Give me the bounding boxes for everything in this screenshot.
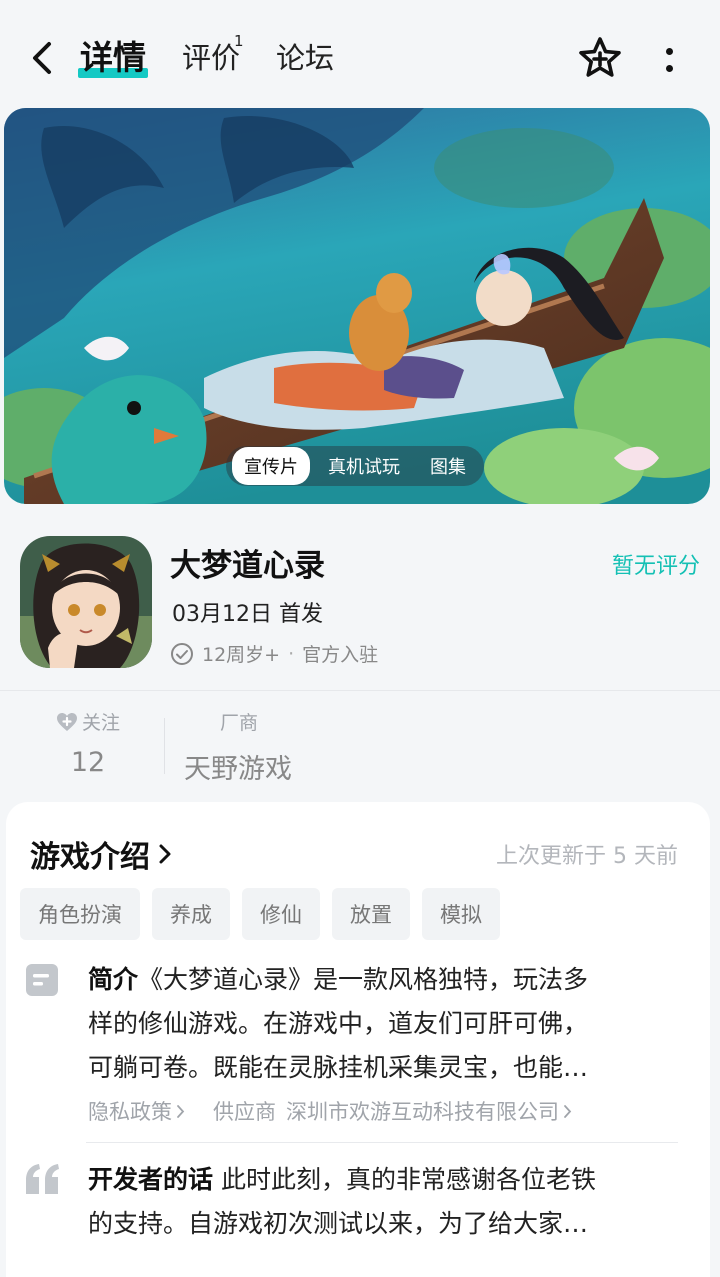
game-icon-art <box>20 536 152 668</box>
supplier-label: 供应商 <box>213 1100 276 1124</box>
tab-forum[interactable]: 论坛 <box>276 38 334 78</box>
privacy-policy-link[interactable]: 隐私政策 <box>88 1096 185 1126</box>
game-detail-page: 详情 评价 1 论坛 宣传片 真机试玩 图集 大梦道心录 03月12日 首发 1… <box>0 0 720 1277</box>
star-plus-icon <box>579 37 621 77</box>
favorite-button[interactable] <box>576 35 624 83</box>
back-button[interactable] <box>22 36 62 80</box>
check-circle-icon <box>171 642 193 665</box>
reviews-count-badge: 1 <box>234 32 244 50</box>
tab-reviews[interactable]: 评价 <box>182 38 240 78</box>
developer-label: 厂商 <box>220 712 259 734</box>
tag-item[interactable]: 养成 <box>152 888 230 940</box>
divider <box>86 1142 678 1143</box>
developer-words-label: 开发者的话 <box>88 1165 214 1194</box>
heart-plus-icon <box>56 712 77 731</box>
banner-media[interactable] <box>4 108 710 504</box>
game-intro-card: 游戏介绍 上次更新于 5 天前 角色扮演 养成 修仙 放置 模拟 简介《大梦道心… <box>6 802 710 1277</box>
age-rating: 12周岁+ <box>202 644 281 666</box>
game-description[interactable]: 简介《大梦道心录》是一款风格独特，玩法多 样的修仙游戏。在游戏中，道友们可肝可佛… <box>88 958 678 1090</box>
more-options-button[interactable] <box>652 40 686 80</box>
media-tabs: 宣传片 真机试玩 图集 <box>226 446 484 486</box>
chevron-right-icon <box>564 1104 572 1118</box>
developer-words-line: 开发者的话 此时此刻，真的非常感谢各位老铁 <box>88 1158 678 1202</box>
developer-name: 天野游戏 <box>184 754 292 785</box>
follow-count: 12 <box>70 747 106 778</box>
follow-label-row: 关注 <box>40 708 136 735</box>
game-meta: 12周岁+ · 官方入驻 <box>170 640 378 667</box>
release-date: 03月12日 首发 <box>172 602 323 627</box>
tag-item[interactable]: 角色扮演 <box>20 888 140 940</box>
description-line1: 《大梦道心录》是一款风格独特，玩法多 <box>138 965 589 994</box>
developer-words-line2: 的支持。自游戏初次测试以来，为了给大家… <box>88 1209 589 1238</box>
chevron-right-icon <box>177 1104 185 1118</box>
tag-list: 角色扮演 养成 修仙 放置 模拟 <box>20 888 500 940</box>
divider <box>0 690 720 691</box>
intro-title: 游戏介绍 <box>30 840 150 875</box>
game-icon <box>20 536 152 668</box>
supplier-name: 深圳市欢游互动科技有限公司 <box>286 1100 559 1124</box>
intro-heading[interactable]: 游戏介绍 <box>30 832 172 876</box>
rating-status: 暂无评分 <box>611 554 700 579</box>
description-icon <box>26 964 58 996</box>
developer-stat[interactable]: 厂商 天野游戏 <box>184 708 292 786</box>
game-title: 大梦道心录 <box>170 548 325 584</box>
dot-icon <box>665 48 673 55</box>
quote-icon <box>26 1164 59 1194</box>
follow-label: 关注 <box>81 712 120 734</box>
privacy-policy-label: 隐私政策 <box>88 1100 172 1124</box>
follow-stat[interactable]: 关注 12 <box>40 708 136 778</box>
policy-links: 隐私政策 供应商 深圳市欢游互动科技有限公司 <box>88 1096 572 1126</box>
meta-separator: · <box>288 642 295 665</box>
supplier-link[interactable]: 供应商 深圳市欢游互动科技有限公司 <box>213 1096 572 1126</box>
developer-words-line1: 此时此刻，真的非常感谢各位老铁 <box>220 1165 596 1194</box>
description-line: 简介《大梦道心录》是一款风格独特，玩法多 <box>88 958 678 1002</box>
developer-words[interactable]: 开发者的话 此时此刻，真的非常感谢各位老铁 的支持。自游戏初次测试以来，为了给大… <box>88 1158 678 1246</box>
stat-divider <box>164 718 165 774</box>
description-line3: 可躺可卷。既能在灵脉挂机采集灵宝，也能… <box>88 1053 589 1082</box>
tag-item[interactable]: 修仙 <box>242 888 320 940</box>
description-label: 简介 <box>88 965 139 994</box>
tag-item[interactable]: 放置 <box>332 888 410 940</box>
banner-artwork <box>4 108 710 504</box>
dot-icon <box>665 65 673 72</box>
media-tab-gallery[interactable]: 图集 <box>418 447 478 485</box>
tag-item[interactable]: 模拟 <box>422 888 500 940</box>
chevron-right-icon <box>159 844 171 864</box>
last-updated: 上次更新于 5 天前 <box>496 844 678 869</box>
tab-details[interactable]: 详情 <box>80 38 146 78</box>
media-tab-live-demo[interactable]: 真机试玩 <box>316 447 412 485</box>
official-badge: 官方入驻 <box>302 644 379 666</box>
media-tab-trailer[interactable]: 宣传片 <box>232 447 310 485</box>
chevron-left-icon <box>33 42 51 74</box>
description-line2: 样的修仙游戏。在游戏中，道友们可肝可佛， <box>88 1009 589 1038</box>
top-bar: 详情 评价 1 论坛 <box>0 0 720 108</box>
